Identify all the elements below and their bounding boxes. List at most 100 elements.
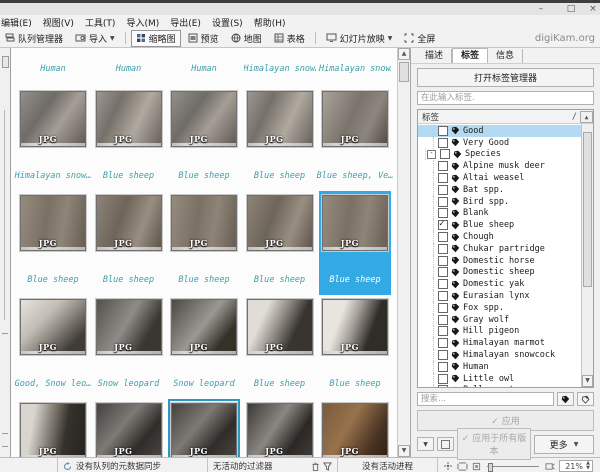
tag-checkbox[interactable] xyxy=(438,161,448,171)
menu-item[interactable]: 视图(V) xyxy=(43,16,74,29)
more-button[interactable]: 更多▼ xyxy=(534,435,594,454)
thumbnail-cell[interactable]: JPGBlue sheep xyxy=(93,87,165,191)
tree-scrollbar-track[interactable] xyxy=(582,287,593,375)
tags-tree-header[interactable]: 标签 / ▲ xyxy=(418,110,593,124)
toolbar-preview-button[interactable]: 预览 xyxy=(183,30,224,47)
tag-checkbox[interactable] xyxy=(438,303,448,313)
expander-icon[interactable]: - xyxy=(427,150,436,159)
thumbnail-image[interactable]: JPG xyxy=(96,403,162,457)
thumbnail-image[interactable]: JPG xyxy=(20,195,86,251)
sort-column-header[interactable]: / xyxy=(572,112,577,122)
menu-item[interactable]: 编辑(E) xyxy=(1,16,32,29)
toolbar-thumbnails-button[interactable]: 缩略图 xyxy=(131,30,181,47)
spin-arrows[interactable]: ▲▼ xyxy=(584,461,592,471)
thumbnail-cell[interactable]: JPGBlue sheep xyxy=(168,87,240,191)
tree-scroll-down-icon[interactable]: ▼ xyxy=(582,375,593,387)
menu-item[interactable]: 工具(T) xyxy=(85,16,116,29)
thumbnail-image[interactable]: JPG xyxy=(247,91,313,147)
scrollbar-track[interactable] xyxy=(398,84,410,445)
thumbnail-image[interactable]: JPG xyxy=(96,195,162,251)
menu-item[interactable]: 设置(S) xyxy=(212,16,243,29)
thumbnail-image[interactable]: JPG xyxy=(171,91,237,147)
tag-row[interactable]: Human xyxy=(418,361,581,373)
thumbnail-image[interactable]: JPG xyxy=(20,299,86,355)
tag-search-input[interactable] xyxy=(417,392,554,406)
fit-window-icon[interactable] xyxy=(443,461,453,471)
tab-描述[interactable]: 描述 xyxy=(417,49,452,63)
thumbnail-cell[interactable]: JPGBlue sheep xyxy=(319,191,391,295)
thumbnail-image[interactable]: JPG xyxy=(171,195,237,251)
tag-row[interactable]: Fox spp. xyxy=(418,302,581,314)
tag-checkbox[interactable] xyxy=(438,185,448,195)
tag-checkbox[interactable] xyxy=(438,374,448,384)
tag-checkbox[interactable] xyxy=(438,197,448,207)
tag-row[interactable]: Himalayan snowcock xyxy=(418,349,581,361)
tag-row[interactable]: Alpine musk deer xyxy=(418,160,581,172)
thumbnail-image[interactable]: JPG xyxy=(322,91,388,147)
tag-row[interactable]: Bird spp. xyxy=(418,196,581,208)
thumbnail-cell[interactable]: JPGBlue sheep xyxy=(244,191,316,295)
zoom-percent-spinbox[interactable]: 21% ▲▼ xyxy=(559,460,593,472)
thumbnail-cell[interactable]: JPGBlue sheep xyxy=(93,191,165,295)
scrollbar-thumb[interactable] xyxy=(399,62,409,82)
recent-tags-dropdown[interactable]: ▼ xyxy=(417,437,434,451)
clear-filter-icon[interactable] xyxy=(312,462,319,471)
tag-checkbox[interactable] xyxy=(438,126,448,136)
zoom-slider-handle[interactable] xyxy=(488,463,493,472)
tag-checkbox[interactable] xyxy=(438,350,448,360)
thumbnail-cell[interactable]: JPG xyxy=(93,399,165,457)
tag-checkbox[interactable] xyxy=(438,267,448,277)
tag-checkbox[interactable] xyxy=(438,362,448,372)
thumbnail-cell[interactable]: JPGBlue sheep xyxy=(244,295,316,399)
tag-row[interactable]: Eurasian lynx xyxy=(418,290,581,302)
toolbar-queue-button[interactable]: 队列管理器 xyxy=(0,30,68,47)
thumbnail-scrollbar[interactable]: ▲ ▼ xyxy=(397,48,410,457)
filter-icon[interactable] xyxy=(323,462,332,471)
tag-checkbox[interactable] xyxy=(438,256,448,266)
thumbnail-image[interactable]: JPG xyxy=(20,403,86,457)
tag-row[interactable]: Bat spp. xyxy=(418,184,581,196)
tag-row[interactable]: Altai weasel xyxy=(418,172,581,184)
tag-checkbox[interactable] xyxy=(438,291,448,301)
tag-row[interactable]: Himalayan marmot xyxy=(418,337,581,349)
toolbar-table-button[interactable]: 表格 xyxy=(269,30,310,47)
tag-checkbox[interactable] xyxy=(438,173,448,183)
tag-row[interactable]: Domestic sheep xyxy=(418,267,581,279)
tag-checkbox[interactable] xyxy=(438,220,448,230)
tag-row[interactable]: Very Good xyxy=(418,137,581,149)
tag-checkbox[interactable] xyxy=(440,149,450,159)
tree-scroll-up-icon[interactable]: ▲ xyxy=(580,111,593,123)
tag-checkbox[interactable] xyxy=(438,326,448,336)
thumbnail-image[interactable]: JPG xyxy=(171,403,237,457)
thumbnail-image[interactable]: JPG xyxy=(96,91,162,147)
thumbnail-cell[interactable]: JPGGood, Snow leo… xyxy=(17,295,89,399)
create-tag-button[interactable] xyxy=(577,392,594,406)
close-button[interactable]: × xyxy=(586,3,600,15)
tag-checkbox[interactable] xyxy=(438,279,448,289)
thumbnail-cell[interactable]: JPG xyxy=(244,399,316,457)
toolbar-slideshow-button[interactable]: 幻灯片放映▼ xyxy=(321,30,398,47)
tag-row[interactable]: Blue sheep xyxy=(418,219,581,231)
thumbnail-cell[interactable]: JPG xyxy=(168,399,240,457)
tab-信息[interactable]: 信息 xyxy=(488,49,523,63)
tab-标签[interactable]: 标签 xyxy=(452,48,488,63)
menu-item[interactable]: 导出(E) xyxy=(170,16,201,29)
thumbnail-cell[interactable]: JPGHimalayan snow… xyxy=(17,87,89,191)
thumbnail-cell[interactable]: JPGSnow leopard xyxy=(93,295,165,399)
tag-checkbox[interactable] xyxy=(438,338,448,348)
apply-all-versions-button[interactable]: ✓ 应用于所有版本 xyxy=(457,428,531,460)
left-sidebar-handle[interactable] xyxy=(2,56,9,68)
open-tag-manager-button[interactable]: 打开标签管理器 xyxy=(417,68,594,87)
thumbnail-cell[interactable]: JPGBlue sheep, Ve… xyxy=(319,87,391,191)
fit-selection-icon[interactable] xyxy=(457,462,468,471)
thumbnail-cell[interactable]: JPG xyxy=(17,399,89,457)
thumbnail-image[interactable]: JPG xyxy=(20,91,86,147)
tag-row[interactable]: Gray wolf xyxy=(418,314,581,326)
zoom-100-icon[interactable] xyxy=(472,462,481,471)
versions-button[interactable] xyxy=(437,437,454,451)
tag-checkbox[interactable] xyxy=(438,138,448,148)
thumbnail-image[interactable]: JPG xyxy=(96,299,162,355)
tag-row[interactable]: Hill pigeon xyxy=(418,326,581,338)
tags-tree-scrollbar[interactable]: ▼ xyxy=(581,124,593,387)
thumbnail-cell[interactable]: JPG xyxy=(319,399,391,457)
